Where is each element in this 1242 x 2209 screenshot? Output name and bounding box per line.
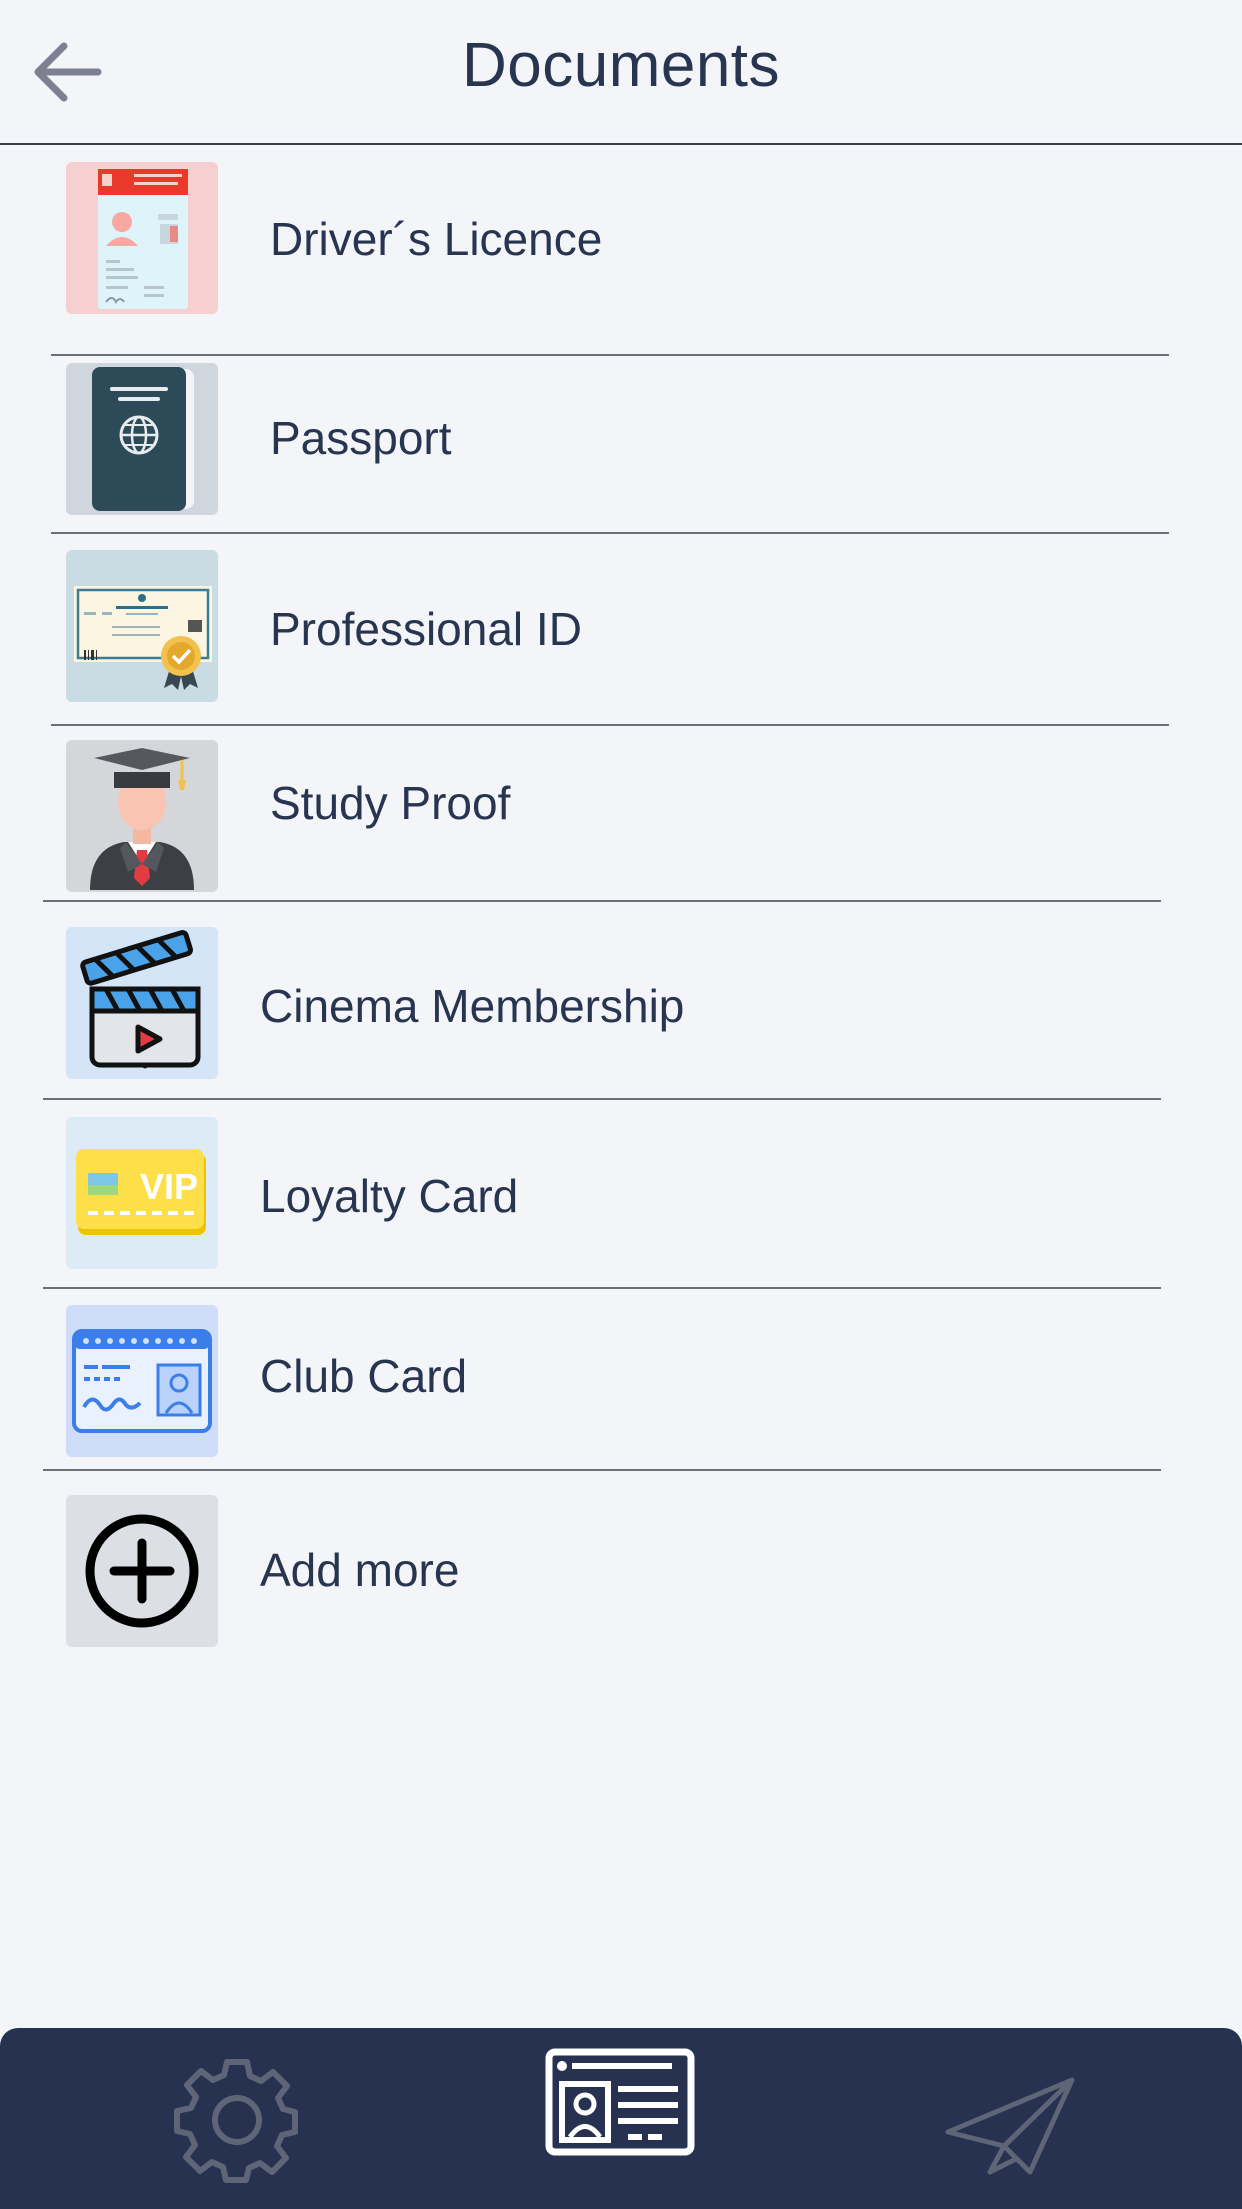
list-item-label: Add more bbox=[260, 1544, 460, 1596]
club-card-thumb bbox=[66, 1305, 218, 1457]
header-bar: Documents bbox=[0, 0, 1242, 145]
list-item-label: Cinema Membership bbox=[260, 980, 685, 1032]
cinema-membership-thumb bbox=[66, 927, 218, 1079]
divider bbox=[43, 1469, 1161, 1471]
study-proof-thumb bbox=[66, 740, 218, 892]
svg-text:VIP: VIP bbox=[140, 1166, 198, 1207]
list-item-club-card[interactable]: Club Card bbox=[0, 1305, 1242, 1485]
divider bbox=[51, 532, 1169, 534]
contact-card-icon bbox=[545, 2048, 695, 2156]
list-item-label: Club Card bbox=[260, 1350, 468, 1402]
add-more-button[interactable]: Add more bbox=[0, 1495, 1242, 1675]
loyalty-card-thumb: VIP bbox=[66, 1117, 218, 1269]
passport-thumb bbox=[66, 363, 218, 515]
graduate-icon bbox=[90, 748, 194, 890]
divider bbox=[51, 354, 1169, 356]
drivers-licence-icon bbox=[98, 169, 188, 309]
drivers-licence-thumb bbox=[66, 162, 218, 314]
clapperboard-icon bbox=[80, 930, 201, 1069]
list-item-cinema-membership[interactable]: Cinema Membership bbox=[0, 927, 1242, 1107]
id-card-icon bbox=[72, 1329, 212, 1433]
tab-send[interactable] bbox=[930, 2040, 1090, 2200]
list-item-loyalty-card[interactable]: VIP Loyalty Card bbox=[0, 1117, 1242, 1297]
page-title: Documents bbox=[461, 31, 781, 100]
professional-id-thumb bbox=[66, 550, 218, 702]
divider bbox=[43, 1287, 1161, 1289]
list-item-passport[interactable]: Passport bbox=[0, 359, 1242, 539]
list-item-label: Study Proof bbox=[270, 777, 511, 829]
add-more-thumb bbox=[66, 1495, 218, 1647]
tab-documents[interactable] bbox=[540, 2040, 700, 2200]
list-item-label: Professional ID bbox=[270, 603, 582, 655]
list-item-label: Driver´s Licence bbox=[270, 213, 603, 265]
divider bbox=[43, 1098, 1161, 1100]
list-item-label: Passport bbox=[270, 412, 452, 464]
divider bbox=[51, 724, 1169, 726]
bottom-tab-bar bbox=[0, 2028, 1242, 2209]
list-item-drivers-licence[interactable]: Driver´s Licence bbox=[0, 160, 1242, 356]
vip-card-icon: VIP bbox=[76, 1149, 206, 1235]
plus-circle-icon bbox=[85, 1514, 199, 1628]
gear-icon bbox=[174, 2059, 298, 2183]
certificate-icon bbox=[74, 586, 212, 690]
list-item-label: Loyalty Card bbox=[260, 1170, 519, 1222]
list-item-study-proof[interactable]: Study Proof bbox=[0, 740, 1242, 920]
list-item-professional-id[interactable]: Professional ID bbox=[0, 550, 1242, 730]
divider bbox=[43, 900, 1161, 902]
tab-settings[interactable] bbox=[157, 2040, 317, 2200]
passport-icon bbox=[92, 367, 194, 511]
paper-plane-icon bbox=[945, 2077, 1075, 2175]
